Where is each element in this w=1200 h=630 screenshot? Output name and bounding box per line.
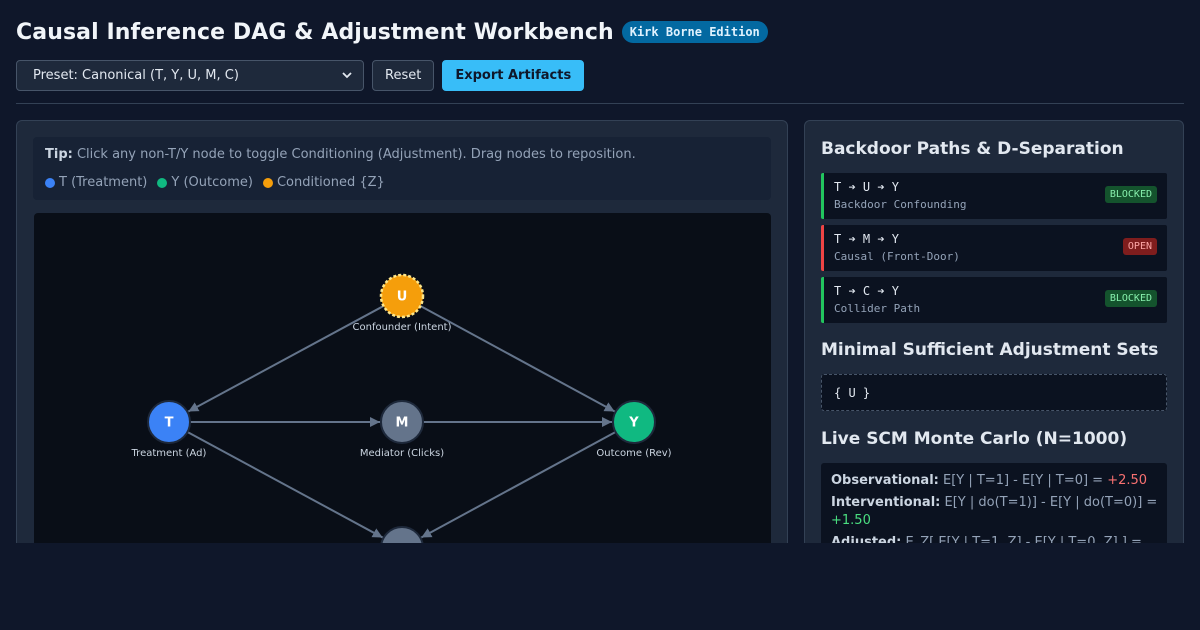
node-letter: T [165,416,174,431]
analysis-panel: Backdoor Paths & D-Separation T ➔ U ➔ Y … [804,120,1184,543]
node-letter: U [397,290,408,305]
tip-body: Click any non-T/Y node to toggle Conditi… [76,147,636,162]
dag-canvas[interactable]: U Confounder (Intent) T Treatment (Ad) M Medi… [34,213,771,543]
dag-node-y[interactable]: Y Outcome (Rev) [596,400,672,459]
path-card-causal: T ➔ M ➔ Y Causal (Front-Door) OPEN [821,225,1167,271]
path-card-collider: T ➔ C ➔ Y Collider Path BLOCKED [821,277,1167,323]
status-badge: BLOCKED [1104,290,1157,307]
app-root: Causal Inference DAG & Adjustment Workbe… [16,0,1184,543]
path-description: Causal (Front-Door) [834,250,960,263]
tip-box: Tip: Click any non-T/Y node to toggle Co… [33,137,771,200]
adjustment-title: Minimal Sufficient Adjustment Sets [821,340,1159,360]
page-title: Causal Inference DAG & Adjustment Workbe… [16,19,614,45]
path-description: Collider Path [834,302,921,315]
path-expression: T ➔ M ➔ Y [834,232,900,246]
node-circle[interactable] [380,526,424,543]
export-artifacts-button[interactable]: Export Artifacts [442,60,585,91]
adjusted-formula: E_Z[ E[Y | T=1, Z] - E[Y | T=0, Z] ] = [905,535,1142,543]
legend-treatment: T (Treatment) [45,175,147,190]
observational-label: Observational: [831,473,939,488]
node-caption: Mediator (Clicks) [360,448,444,459]
legend-conditioned: Conditioned {Z} [262,175,385,190]
adjusted-estimate: Adjusted: E_Z[ E[Y | T=1, Z] - E[Y | T=0… [831,535,1142,543]
legend-label-conditioned: Conditioned {Z} [276,175,385,190]
path-expression: T ➔ C ➔ Y [834,284,900,298]
node-letter: M [396,416,409,431]
page-header: Causal Inference DAG & Adjustment Workbe… [16,18,768,46]
tip-label: Tip: [45,147,73,162]
simulation-results: Observational: E[Y | T=1] - E[Y | T=0] =… [821,463,1167,543]
simulation-title: Live SCM Monte Carlo (N=1000) [821,429,1128,449]
edition-badge: Kirk Borne Edition [621,21,768,43]
legend-dot-outcome [157,177,168,188]
dag-node-m[interactable]: M Mediator (Clicks) [360,400,444,459]
chevron-down-icon [342,72,352,79]
observational-formula: E[Y | T=1] - E[Y | T=0] = [943,473,1104,488]
dag-node-t[interactable]: T Treatment (Ad) [131,400,207,459]
node-letter: Y [628,416,639,431]
tip-text: Tip: Click any non-T/Y node to toggle Co… [45,147,636,162]
legend-label-outcome: Y (Outcome) [171,175,253,190]
adjustment-set-box: { U } [821,374,1167,411]
interventional-formula: E[Y | do(T=1)] - E[Y | do(T=0)] = [944,495,1158,510]
node-caption: Outcome (Rev) [596,448,671,459]
path-card-backdoor: T ➔ U ➔ Y Backdoor Confounding BLOCKED [821,173,1167,219]
legend-dot-treatment [45,177,55,188]
edge-y-c [420,431,617,539]
path-description: Backdoor Confounding [834,198,967,211]
interventional-estimate: Interventional: E[Y | do(T=1)] - E[Y | d… [831,495,1157,510]
observational-estimate: Observational: E[Y | T=1] - E[Y | T=0] =… [831,473,1147,488]
legend-outcome: Y (Outcome) [157,175,253,190]
legend-label-treatment: T (Treatment) [59,175,148,190]
dag-panel: Tip: Click any non-T/Y node to toggle Co… [16,120,788,543]
interventional-label: Interventional: [831,495,941,510]
legend-dot-conditioned [262,177,273,188]
node-legend: T (Treatment) Y (Outcome) Conditioned {Z… [45,175,395,190]
preset-select-value: Preset: Canonical (T, Y, U, M, C) [33,68,239,83]
dag-node-u[interactable]: U Confounder (Intent) [353,273,452,333]
observational-value: +2.50 [1107,473,1148,488]
edge-t-c [186,431,384,539]
dag-graph[interactable]: U Confounder (Intent) T Treatment (Ad) M Medi… [34,213,771,543]
path-expression: T ➔ U ➔ Y [834,180,900,194]
node-caption: Treatment (Ad) [131,448,207,459]
header-divider [16,103,1184,104]
backdoor-title: Backdoor Paths & D-Separation [821,139,1124,159]
adjusted-label: Adjusted: [831,535,902,543]
node-caption: Confounder (Intent) [353,322,452,333]
reset-button[interactable]: Reset [372,60,435,91]
dag-node-c[interactable] [380,526,424,543]
status-badge: BLOCKED [1104,186,1157,203]
toolbar: Preset: Canonical (T, Y, U, M, C) Reset … [16,60,585,91]
status-badge: OPEN [1122,238,1157,255]
preset-select[interactable]: Preset: Canonical (T, Y, U, M, C) [16,60,364,91]
interventional-value: +1.50 [831,513,871,528]
